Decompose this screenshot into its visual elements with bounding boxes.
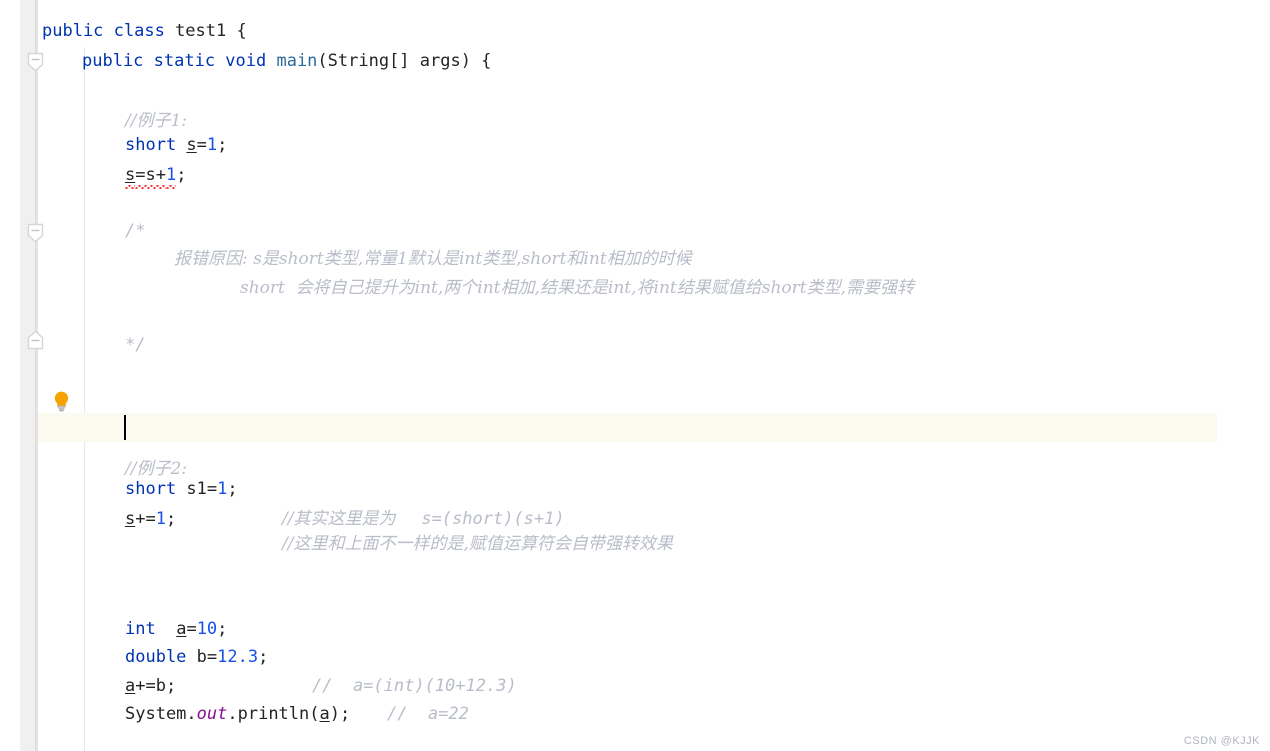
code-token: 1 bbox=[165, 165, 177, 185]
code-token: s bbox=[125, 509, 136, 529]
code-token: short bbox=[125, 479, 187, 499]
code-line[interactable]: 报错原因: s是short类型,常量1默认是int类型,short和int相加的… bbox=[174, 245, 692, 274]
code-line[interactable]: int a=10; bbox=[125, 615, 227, 644]
code-line[interactable]: s+=1; bbox=[125, 505, 176, 534]
code-line[interactable]: */ bbox=[125, 331, 145, 360]
code-line[interactable]: // a=(int)(10+12.3) bbox=[312, 672, 517, 701]
code-line[interactable]: public class test1 { bbox=[42, 17, 247, 46]
code-token: public static void bbox=[82, 51, 277, 71]
text-caret bbox=[124, 415, 126, 440]
code-token: 1 bbox=[155, 509, 166, 529]
code-token: ; bbox=[176, 165, 187, 185]
code-token: double bbox=[125, 647, 197, 667]
code-token: main bbox=[276, 51, 318, 71]
code-line[interactable]: short s=1; bbox=[125, 131, 227, 160]
code-token: //例子1: bbox=[125, 111, 187, 131]
code-line[interactable]: s=s+1; bbox=[125, 161, 186, 190]
code-line[interactable]: // a=22 bbox=[387, 700, 469, 729]
code-token: /* bbox=[125, 221, 146, 241]
code-token: ; bbox=[165, 509, 177, 529]
code-token: // a=22 bbox=[387, 704, 469, 724]
code-token: (String[] args) { bbox=[317, 51, 492, 71]
code-line[interactable]: short s1=1; bbox=[125, 475, 238, 504]
code-token: */ bbox=[125, 335, 146, 355]
code-token: a bbox=[319, 704, 330, 724]
code-token: =s+ bbox=[135, 165, 166, 185]
code-token: = bbox=[196, 135, 207, 155]
code-token: .println( bbox=[227, 704, 320, 724]
code-token: ; bbox=[258, 647, 269, 667]
code-line[interactable]: System.out.println(a); bbox=[125, 700, 350, 729]
code-token: short 会将自己提升为int,两个int相加,结果还是int,将int结果赋… bbox=[240, 278, 915, 298]
code-token: 1 bbox=[217, 479, 228, 499]
code-token: out bbox=[196, 704, 228, 724]
code-token: s bbox=[125, 165, 136, 185]
code-token: a bbox=[176, 619, 187, 639]
code-token: test1 bbox=[175, 21, 237, 41]
code-token: System. bbox=[125, 704, 197, 724]
code-line[interactable]: short 会将自己提升为int,两个int相加,结果还是int,将int结果赋… bbox=[240, 274, 914, 303]
code-token: public class bbox=[42, 21, 176, 41]
code-token: //这里和上面不一样的是,赋值运算符会自带强转效果 bbox=[282, 534, 673, 554]
code-token: int bbox=[125, 619, 177, 639]
code-token: // a=(int)(10+12.3) bbox=[312, 676, 517, 696]
code-line[interactable]: /* bbox=[125, 217, 145, 246]
error-underline: 1 bbox=[165, 161, 177, 190]
code-line[interactable]: double b=12.3; bbox=[125, 643, 268, 672]
code-token: s bbox=[186, 135, 197, 155]
code-line[interactable]: a+=b; bbox=[125, 672, 176, 701]
code-token: = bbox=[186, 619, 197, 639]
code-token: //其实这里是为 bbox=[282, 509, 401, 529]
code-line[interactable]: public static void main(String[] args) { bbox=[82, 47, 491, 76]
code-token: b= bbox=[196, 647, 218, 667]
code-token: { bbox=[236, 21, 247, 41]
code-token: ; bbox=[217, 135, 228, 155]
code-line[interactable]: //这里和上面不一样的是,赋值运算符会自带强转效果 bbox=[282, 530, 673, 559]
error-underline: s bbox=[125, 161, 136, 190]
code-token: 12.3 bbox=[217, 647, 259, 667]
code-content[interactable]: public class test1 {public static void m… bbox=[0, 0, 1270, 751]
code-token: s1= bbox=[186, 479, 218, 499]
code-token: short bbox=[125, 135, 187, 155]
code-token: 1 bbox=[206, 135, 218, 155]
watermark-label: CSDN @KJJK bbox=[1183, 735, 1260, 747]
code-token: ); bbox=[329, 704, 351, 724]
code-token: s=(short)(s+1) bbox=[400, 509, 565, 529]
code-editor[interactable]: public class test1 {public static void m… bbox=[0, 0, 1270, 751]
error-underline: =s+ bbox=[135, 161, 166, 190]
code-token: ; bbox=[217, 619, 228, 639]
code-token: +=b; bbox=[135, 676, 177, 696]
code-token: 报错原因: s是short类型,常量1默认是int类型,short和int相加的… bbox=[174, 249, 692, 269]
code-token: ; bbox=[227, 479, 238, 499]
code-token: += bbox=[135, 509, 156, 529]
code-token: 10 bbox=[196, 619, 218, 639]
code-token: a bbox=[125, 676, 136, 696]
